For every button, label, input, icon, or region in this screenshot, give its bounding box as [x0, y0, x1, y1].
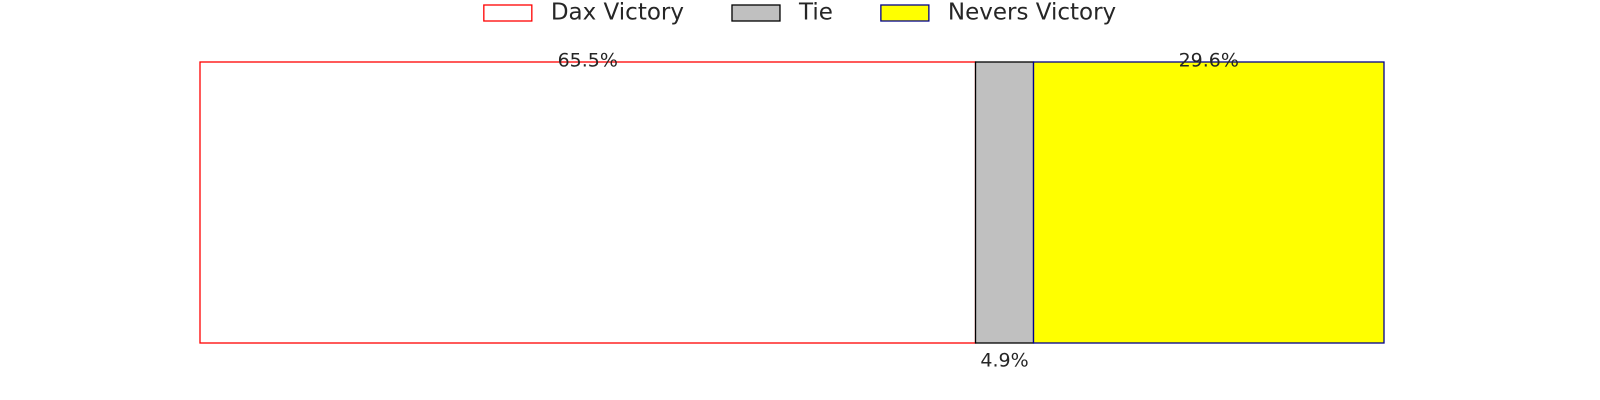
bar-tie	[974, 61, 1035, 344]
legend-label-tie: Tie	[798, 0, 833, 26]
data-label-tie: 4.9%	[980, 350, 1028, 372]
legend-swatch-tie	[731, 4, 781, 22]
chart-legend: Dax Victory Tie Nevers Victory	[483, 0, 1116, 26]
data-label-nevers-victory: 29.6%	[1179, 50, 1239, 72]
legend-swatch-dax-victory	[483, 4, 533, 22]
legend-label-dax-victory: Dax Victory	[551, 0, 684, 26]
bar-group	[199, 61, 1385, 344]
bar-dax-victory	[199, 61, 977, 344]
legend-label-nevers-victory: Nevers Victory	[948, 0, 1116, 26]
legend-swatch-nevers-victory	[880, 4, 930, 22]
data-label-dax-victory: 65.5%	[558, 50, 618, 72]
stacked-bar-chart: Dax Victory Tie Nevers Victory 65.5% 4.9% 29…	[199, 0, 1385, 372]
bar-nevers-victory	[1032, 61, 1385, 344]
